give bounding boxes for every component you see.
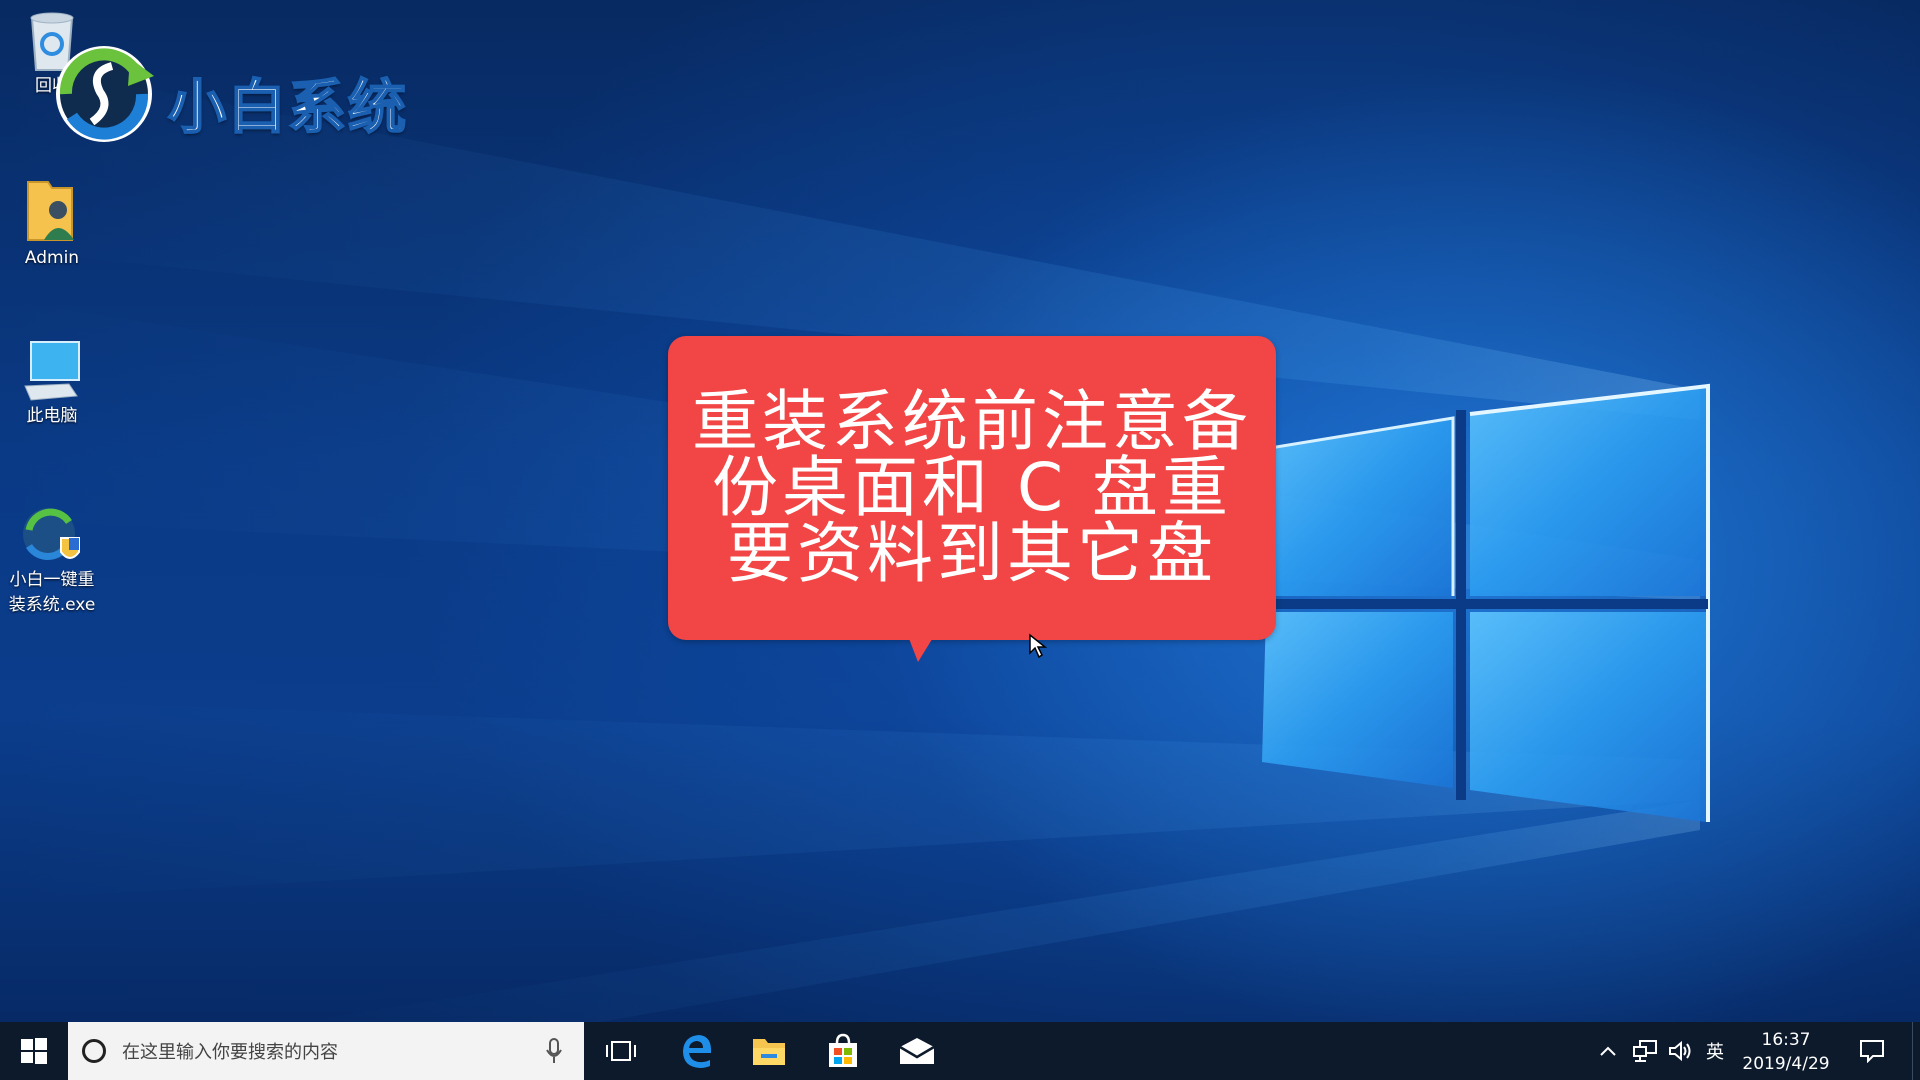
edge-button[interactable]: [662, 1022, 732, 1080]
clock-time: 16:37: [1761, 1030, 1811, 1050]
xiaobai-watermark-logo: 小白系统: [50, 42, 410, 150]
taskbar-clock[interactable]: 16:37 2019/4/29: [1728, 1028, 1844, 1076]
search-placeholder: 在这里输入你要搜索的内容: [122, 1042, 338, 1063]
mouse-cursor-icon: [1029, 633, 1048, 659]
cortana-icon[interactable]: [82, 1039, 106, 1063]
desktop-icon-xiaobai-installer[interactable]: 小白一键重 装系统.exe: [4, 502, 100, 618]
desktop-icon-this-pc[interactable]: 此电脑: [4, 338, 100, 429]
show-desktop-button[interactable]: [1912, 1022, 1920, 1080]
windows-start-icon: [21, 1038, 47, 1064]
user-folder-icon: [27, 181, 74, 241]
notice-text: 重装系统前注意备 份桌面和 C 盘重 要资料到其它盘: [668, 336, 1276, 640]
start-button[interactable]: [0, 1022, 68, 1080]
clock-date: 2019/4/29: [1742, 1054, 1830, 1074]
desktop-icon-admin[interactable]: Admin: [4, 176, 100, 271]
notice-line-2: 份桌面和 C 盘重: [711, 449, 1233, 526]
taskbar: 在这里输入你要搜索的内容 英 16:37 2019/4/29: [0, 1022, 1920, 1080]
xiaobai-installer-icon: [23, 508, 80, 560]
action-center-button[interactable]: [1852, 1022, 1892, 1080]
task-view-button[interactable]: [586, 1022, 656, 1080]
notification-icon: [1860, 1040, 1884, 1063]
mail-icon: [899, 1038, 935, 1064]
edge-icon: [683, 1035, 712, 1068]
speech-bubble-tail: [908, 636, 934, 662]
speaker-icon: [1669, 1040, 1691, 1062]
network-icon: [1633, 1040, 1657, 1062]
desktop-icon-label: 小白一键重 装系统.exe: [8, 570, 96, 615]
windows-logo-icon: [1262, 383, 1710, 822]
notice-line-1: 重装系统前注意备: [692, 383, 1252, 460]
store-icon: [829, 1033, 857, 1067]
this-pc-icon: [24, 341, 80, 401]
chevron-up-icon: [1600, 1046, 1616, 1056]
watermark-brand-text: 小白系统: [167, 72, 409, 142]
store-button[interactable]: [808, 1022, 878, 1080]
mail-button[interactable]: [882, 1022, 952, 1080]
input-method-indicator[interactable]: 英: [1702, 1022, 1728, 1080]
notice-line-3: 要资料到其它盘: [727, 515, 1217, 592]
notice-speech-bubble: 重装系统前注意备 份桌面和 C 盘重 要资料到其它盘: [668, 336, 1276, 640]
file-explorer-button[interactable]: [734, 1022, 804, 1080]
file-explorer-icon: [753, 1039, 785, 1065]
volume-button[interactable]: [1666, 1022, 1696, 1080]
microphone-icon[interactable]: [546, 1038, 562, 1064]
desktop-icon-label: 此电脑: [26, 406, 78, 426]
taskbar-search-box[interactable]: 在这里输入你要搜索的内容: [68, 1022, 584, 1080]
desktop-icon-label: Admin: [24, 248, 80, 268]
show-hidden-icons-button[interactable]: [1596, 1022, 1620, 1080]
task-view-icon: [606, 1041, 636, 1061]
network-button[interactable]: [1630, 1022, 1660, 1080]
desktop-background: 回收 Admin 此电脑 小白一键重 装系统.exe 小白系统 重装系统前注意备…: [0, 0, 1920, 1022]
